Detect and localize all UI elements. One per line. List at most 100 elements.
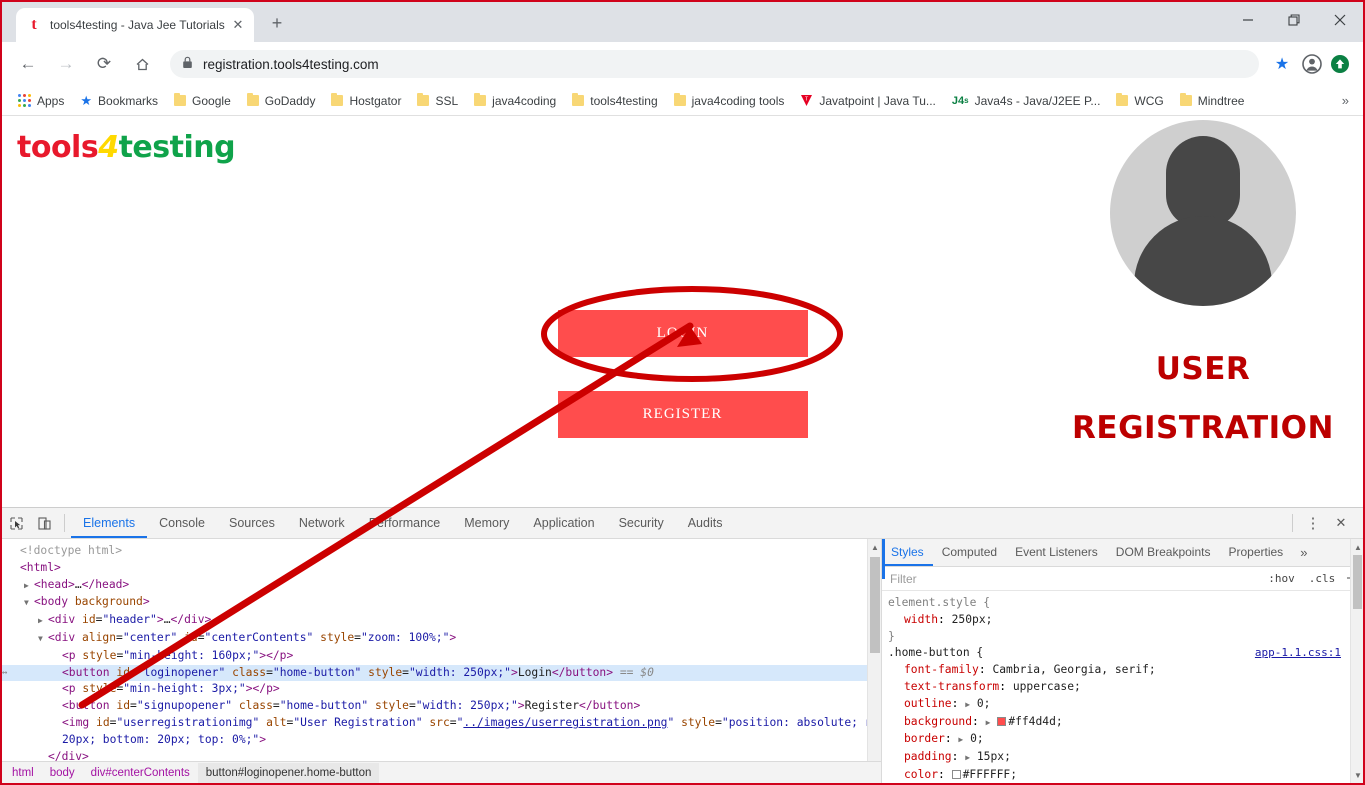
bookmark-apps[interactable]: Apps [10,89,72,113]
register-button[interactable]: REGISTER [557,391,808,438]
bookmark-google[interactable]: Google [166,89,239,113]
devtools-tab-performance[interactable]: Performance [357,508,453,538]
style-declaration[interactable]: border: ▶ 0; [886,731,1363,749]
styles-tab-styles[interactable]: Styles [882,539,933,566]
bookmark-wcg[interactable]: WCG [1108,89,1171,113]
bookmark-java4s[interactable]: J4 s Java4s - Java/J2EE P... [944,89,1109,113]
style-declaration[interactable]: font-family: Cambria, Georgia, serif; [886,662,1363,679]
devtools-tab-memory[interactable]: Memory [452,508,521,538]
devtools-close-icon[interactable]: ✕ [1327,509,1355,537]
style-source-link[interactable]: app-1.1.css:1 [1255,645,1341,662]
maximize-restore-button[interactable] [1271,4,1317,36]
dom-tree-line[interactable]: ▼ <div align="center" id="centerContents"… [2,630,881,648]
reload-icon[interactable]: ⟳ [88,48,120,80]
browser-toolbar: ← → ⟳ registration.tools4testing.com ★ [2,42,1363,86]
style-declaration[interactable]: padding: ▶ 15px; [886,749,1363,767]
address-bar[interactable]: registration.tools4testing.com [170,50,1259,78]
styles-tab-computed[interactable]: Computed [933,539,1006,566]
dom-tree-line[interactable]: <!doctype html> [2,543,881,560]
dom-tree-line[interactable]: ▼ <body background> [2,594,881,612]
bookmark-star-icon[interactable]: ★ [1267,54,1297,74]
devtools-tab-sources[interactable]: Sources [217,508,287,538]
device-toolbar-icon[interactable] [30,509,58,537]
favicon-icon: t [31,16,37,33]
bookmark-label: Google [192,93,231,108]
breadcrumb-div-centercontents[interactable]: div#centerContents [83,763,198,783]
scroll-thumb[interactable] [870,557,880,653]
user-registration-image: USER REGISTRATION [1063,116,1343,487]
style-declaration[interactable]: width: 250px; [886,612,1363,629]
style-declaration[interactable]: text-transform: uppercase; [886,679,1363,696]
styles-scrollbar[interactable]: ▲ ▼ [1350,539,1363,783]
scroll-down-icon[interactable]: ▼ [1351,767,1363,783]
bookmark-hostgator[interactable]: Hostgator [323,89,409,113]
bookmark-label: WCG [1134,93,1164,108]
scroll-up-icon[interactable]: ▲ [1351,539,1363,555]
hov-toggle[interactable]: :hov [1261,572,1302,585]
style-rule-close[interactable]: } [886,629,1363,646]
style-rule-selector[interactable]: element.style { [886,595,1363,612]
devtools-tab-console[interactable]: Console [147,508,217,538]
dom-tree-line[interactable]: 20px; bottom: 20px; top: 0%;"> [2,732,881,749]
styles-tab-properties[interactable]: Properties [1219,539,1292,566]
styles-tab-dom-breakpoints[interactable]: DOM Breakpoints [1107,539,1220,566]
minimize-button[interactable] [1225,4,1271,36]
bookmark-mindtree[interactable]: Mindtree [1172,89,1253,113]
bookmarks-overflow-icon[interactable]: » [1342,93,1355,108]
bookmark-java4coding-tools[interactable]: java4coding tools [666,89,793,113]
style-rule-selector[interactable]: .home-button {app-1.1.css:1 [886,645,1363,662]
dom-tree[interactable]: <!doctype html> <html> ▶ <head>…</head> ▼ <bo… [2,539,881,765]
bookmark-tools4testing[interactable]: tools4testing [564,89,665,113]
bookmark-label: SSL [435,93,459,108]
dom-scrollbar[interactable]: ▲ ▼ [867,539,881,783]
styles-tabs-overflow-icon[interactable]: » [1292,545,1315,560]
bookmark-javatpoint[interactable]: T Javatpoint | Java Tu... [792,89,944,113]
dom-tree-line[interactable]: ▶ <div id="header">…</div> [2,612,881,630]
bookmark-godaddy[interactable]: GoDaddy [239,89,324,113]
style-declaration[interactable]: outline: ▶ 0; [886,696,1363,714]
browser-tab[interactable]: t tools4testing - Java Jee Tutorials ✕ [16,8,254,42]
devtools-tab-elements[interactable]: Elements [71,508,148,538]
home-icon[interactable] [126,48,158,80]
dom-tree-line[interactable]: <p style="min-height: 160px;"></p> [2,648,881,665]
styles-tab-event-listeners[interactable]: Event Listeners [1006,539,1107,566]
inspect-element-icon[interactable] [2,509,30,537]
breadcrumb-body[interactable]: body [42,763,83,783]
breadcrumb-button-loginopener[interactable]: button#loginopener.home-button [197,762,380,783]
style-declaration[interactable]: background: ▶ #ff4d4d; [886,714,1363,732]
new-tab-button[interactable]: + [266,13,288,35]
devtools-tab-network[interactable]: Network [287,508,357,538]
profile-avatar-icon[interactable] [1297,54,1327,74]
dom-tree-line[interactable]: ▶ <head>…</head> [2,577,881,595]
update-available-icon[interactable] [1327,54,1353,74]
dom-tree-line[interactable]: <img id="userregistrationimg" alt="User … [2,715,881,732]
tab-close-icon[interactable]: ✕ [230,17,246,33]
userreg-heading-line2: REGISTRATION [1072,410,1334,446]
folder-icon [1116,93,1129,106]
cls-toggle[interactable]: .cls [1302,572,1343,585]
back-icon[interactable]: ← [12,48,44,80]
dom-tree-line[interactable]: <button id="loginopener" class="home-but… [2,664,881,682]
scroll-thumb[interactable] [1353,555,1362,609]
login-button[interactable]: LOGIN [557,310,808,357]
devtools-more-icon[interactable]: ⋮ [1299,509,1327,537]
devtools-tab-audits[interactable]: Audits [676,508,735,538]
bookmark-java4coding[interactable]: java4coding [466,89,564,113]
selected-row-marker: ↔ [2,667,8,678]
style-declaration[interactable]: color: #FFFFFF; [886,767,1363,783]
devtools-tab-security[interactable]: Security [607,508,676,538]
devtools-tab-application[interactable]: Application [521,508,606,538]
breadcrumb-html[interactable]: html [4,763,42,783]
forward-icon[interactable]: → [50,48,82,80]
folder-icon [474,93,487,106]
bookmark-ssl[interactable]: SSL [409,89,466,113]
bookmark-bookmarks[interactable]: ★ Bookmarks [72,89,166,113]
devtools-body: <!doctype html> <html> ▶ <head>…</head> ▼ <bo… [2,539,1363,783]
styles-filter-input[interactable] [882,571,1262,586]
close-window-button[interactable] [1317,4,1363,36]
dom-tree-line[interactable]: <button id="signupopener" class="home-bu… [2,698,881,715]
scroll-up-icon[interactable]: ▲ [868,539,881,555]
styles-rules-list[interactable]: element.style {width: 250px;} .home-butto… [882,591,1363,783]
dom-tree-line[interactable]: <p style="min-height: 3px;"></p> [2,681,881,698]
dom-tree-line[interactable]: <html> [2,560,881,577]
